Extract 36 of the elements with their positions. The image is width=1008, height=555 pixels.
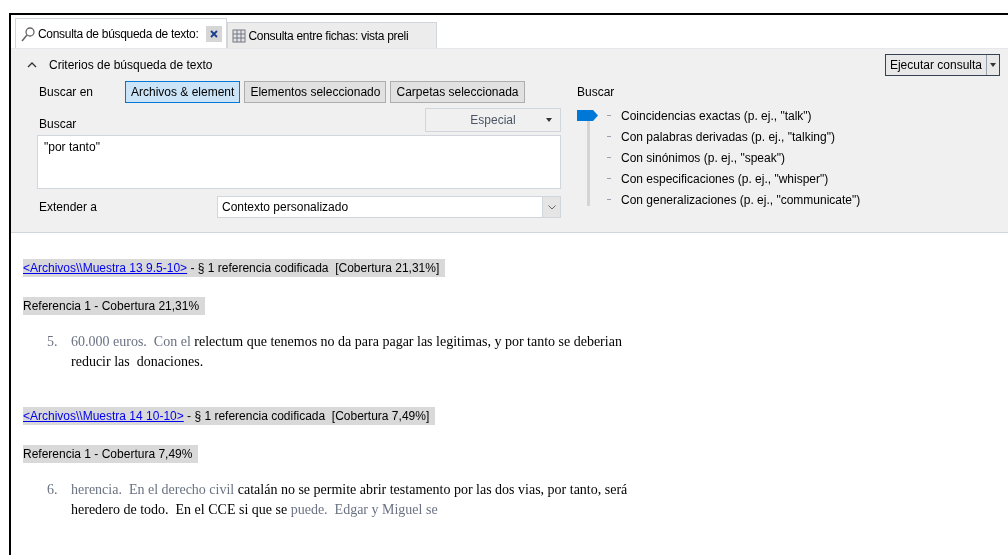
field-label: Buscar en: [38, 84, 95, 102]
search-field[interactable]: "por tanto": [37, 135, 561, 190]
coverage-summary: - § 1 referencia codificada [Cobertura 7,49%]: [186, 408, 430, 425]
tab[interactable]: Consulta de búsqueda de texto:: [15, 18, 228, 49]
slider-option[interactable]: Con especificaciones (p. ej., "whisper"): [621, 169, 829, 188]
list-number: 5.: [47, 333, 59, 351]
caret-icon: [546, 118, 552, 123]
excerpt-text: 60.000 euros. Con el relectum que tenemos no da para pagar las legitimas, y por tanto se deberian reducir las donaciones.: [71, 333, 623, 371]
close-icon: [209, 28, 220, 39]
close-button[interactable]: [206, 25, 223, 42]
source-link[interactable]: <Archivos\\Muestra 13 9.5-10>: [23, 259, 188, 277]
field-label: Extender a: [38, 199, 99, 217]
chevron-up-icon: [27, 62, 37, 69]
coverage-summary: - § 1 referencia codificada [Cobertura 21,31%]: [189, 260, 440, 277]
scope-button[interactable]: Elementos seleccionado: [244, 81, 387, 104]
special-dropdown[interactable]: Especial: [425, 108, 561, 133]
scope-button[interactable]: Archivos & element: [125, 81, 241, 104]
field-label: Buscar: [38, 116, 77, 134]
excerpt-text: herencia. En el derecho civil catalán no se permite abrir testamento por las dos vias, por tanto, será heredero de todo. En el CCE si que se puede. Edgar y Miguel se: [71, 481, 629, 519]
source-link[interactable]: <Archivos\\Muestra 14 10-10>: [23, 407, 184, 425]
slider-option[interactable]: Con palabras derivadas (p. ej., "talking"): [621, 127, 835, 146]
caret-icon: [990, 63, 996, 68]
reference-label: Referencia 1 - Cobertura 21,31%: [23, 297, 206, 315]
list-number: 6.: [47, 481, 59, 499]
context-dropdown[interactable]: Contexto personalizado: [217, 196, 561, 219]
slider-option[interactable]: Coincidencias exactas (p. ej., "talk"): [621, 106, 812, 125]
scope-button[interactable]: Carpetas seleccionada: [390, 81, 525, 104]
grid-icon: [232, 28, 247, 43]
magnifier-icon: [20, 25, 36, 42]
collapse-toggle[interactable]: Criterios de búsqueda de texto: [21, 56, 213, 75]
chevron-down-icon: [547, 204, 556, 210]
slider-option[interactable]: Con generalizaciones (p. ej., "communicate"): [621, 190, 861, 209]
field-label: Buscar: [577, 84, 616, 102]
reference-label: Referencia 1 - Cobertura 7,49%: [23, 445, 199, 463]
slider-option[interactable]: Con sinónimos (p. ej., "speak"): [621, 148, 785, 167]
tab[interactable]: Consulta entre fichas: vista preli: [227, 22, 438, 49]
